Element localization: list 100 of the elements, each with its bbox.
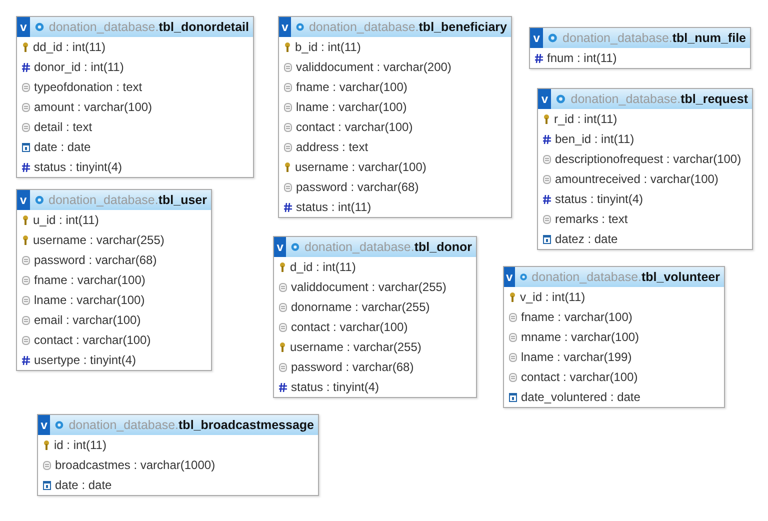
- column-name[interactable]: contact : varchar(100): [34, 333, 151, 347]
- column-name[interactable]: fname : varchar(100): [34, 273, 146, 287]
- text-field-icon: [279, 362, 287, 372]
- table-header[interactable]: v donation_database.tbl_donordetail: [17, 17, 253, 37]
- column-name[interactable]: validdocument : varchar(200): [296, 60, 452, 74]
- table-title: donation_database.tbl_donor: [304, 240, 472, 254]
- calendar-icon: [22, 142, 30, 152]
- column-name[interactable]: ben_id : int(11): [555, 132, 634, 146]
- column-name[interactable]: remarks : text: [555, 212, 628, 226]
- table-header[interactable]: v donation_database.tbl_volunteer: [504, 267, 724, 287]
- column-name[interactable]: typeofdonation : text: [34, 80, 142, 94]
- text-field-icon: [22, 276, 30, 284]
- table-card[interactable]: [278, 16, 512, 218]
- hash-icon: [22, 162, 30, 172]
- text-field-icon: [543, 214, 551, 224]
- key-icon: [509, 292, 516, 302]
- column-name[interactable]: username : varchar(255): [33, 233, 164, 247]
- column-name[interactable]: address : text: [296, 140, 368, 154]
- table-card[interactable]: v donation_database.tbl_user u_id : int(11) username : varchar(255) password : varchar(68) fname : varchar(100) lname : varchar(100) email : varchar(100) contact : varchar(100) usertype : tinyint(4): [16, 189, 212, 371]
- column-name[interactable]: lname : varchar(199): [521, 350, 632, 364]
- table-card[interactable]: v donation_database.tbl_volunteer v_id : int(11) fname : varchar(100) mname : varchar(100) lname : varchar(199) contact : varchar(100) date_voluntered : date: [503, 266, 725, 408]
- column-name[interactable]: dd_id : int(11): [33, 40, 106, 54]
- column-name[interactable]: r_id : int(11): [554, 112, 618, 126]
- table-card[interactable]: v donation_database.tbl_donordetail dd_id : int(11) donor_id : int(11) typeofdonation : text amount : varchar(100) detail : text date : date status : tinyint(4): [16, 16, 254, 178]
- text-field-icon: [22, 336, 30, 344]
- key-icon: [543, 114, 550, 124]
- table-title: donation_database.tbl_num_file: [562, 31, 746, 45]
- column-name[interactable]: broadcastmes : varchar(1000): [55, 458, 216, 472]
- key-icon: [279, 342, 286, 352]
- column-name[interactable]: usertype : tinyint(4): [34, 353, 136, 367]
- hash-icon: [22, 356, 30, 364]
- column-name[interactable]: donorname : varchar(255): [291, 300, 430, 314]
- text-field-icon: [284, 102, 292, 112]
- column-name[interactable]: date_voluntered : date: [521, 390, 640, 404]
- column-name[interactable]: amountreceived : varchar(100): [555, 172, 718, 186]
- column-name[interactable]: v_id : int(11): [520, 290, 586, 304]
- column-name[interactable]: username : varchar(255): [290, 340, 422, 354]
- column-name[interactable]: descriptionofrequest : varchar(100): [555, 152, 742, 166]
- collapse-toggle-button[interactable]: v: [17, 17, 30, 37]
- column-name[interactable]: status : tinyint(4): [34, 160, 122, 174]
- table-header[interactable]: v donation_database.tbl_broadcastmessage: [38, 415, 318, 435]
- text-field-icon: [279, 282, 287, 292]
- table-header[interactable]: v donation_database.tbl_beneficiary: [279, 17, 511, 37]
- column-name[interactable]: fname : varchar(100): [521, 310, 632, 324]
- collapse-toggle-button[interactable]: v: [274, 237, 286, 257]
- column-name[interactable]: contact : varchar(100): [296, 120, 413, 134]
- column-name[interactable]: email : varchar(100): [34, 313, 141, 327]
- text-field-icon: [509, 312, 517, 322]
- column-name[interactable]: amount : varchar(100): [34, 100, 152, 114]
- column-name[interactable]: b_id : int(11): [295, 40, 361, 54]
- table-card[interactable]: v donation_database.tbl_donor d_id : int(11) validdocument : varchar(255) donorname : varchar(255) contact : varchar(100) username : varchar(255) password : varchar(68) status : tinyint(4): [273, 236, 477, 398]
- text-field-icon: [509, 372, 517, 382]
- column-name[interactable]: date : date: [55, 478, 112, 492]
- column-name[interactable]: validdocument : varchar(255): [291, 280, 446, 294]
- column-name[interactable]: password : varchar(68): [291, 360, 414, 374]
- column-name[interactable]: date : date: [34, 140, 91, 154]
- column-name[interactable]: status : tinyint(4): [555, 192, 644, 206]
- table-card[interactable]: v donation_database.tbl_broadcastmessage id : int(11) broadcastmes : varchar(1000) date : date: [37, 414, 319, 496]
- table-card[interactable]: v donation_database.tbl_request r_id : int(11) ben_id : int(11) descriptionofrequest : varchar(100) amountreceived : varchar(100) status : tinyint(4) remarks : text datez : date: [537, 88, 753, 250]
- column-name[interactable]: username : varchar(100): [295, 160, 426, 174]
- hash-icon: [22, 62, 30, 72]
- key-icon: [284, 162, 291, 172]
- column-name[interactable]: fname : varchar(100): [296, 80, 408, 94]
- collapse-toggle-button[interactable]: v: [279, 17, 291, 37]
- calendar-icon: [509, 392, 517, 402]
- column-name[interactable]: detail : text: [34, 120, 92, 134]
- key-icon: [284, 42, 291, 52]
- hash-icon: [543, 134, 551, 144]
- column-name[interactable]: donor_id : int(11): [34, 60, 124, 74]
- column-name[interactable]: contact : varchar(100): [521, 370, 638, 384]
- column-name[interactable]: d_id : int(11): [290, 260, 356, 274]
- collapse-toggle-button[interactable]: v: [530, 28, 544, 48]
- text-field-icon: [284, 142, 292, 152]
- column-name[interactable]: lname : varchar(100): [296, 100, 407, 114]
- table-card[interactable]: v donation_database.tbl_num_file fnum : int(11): [529, 27, 751, 69]
- collapse-toggle-button[interactable]: v: [17, 190, 30, 210]
- text-field-icon: [43, 460, 51, 470]
- column-name[interactable]: u_id : int(11): [33, 213, 99, 227]
- column-name[interactable]: contact : varchar(100): [291, 320, 408, 334]
- table-header[interactable]: v donation_database.tbl_num_file: [530, 28, 750, 48]
- text-field-icon: [22, 316, 30, 324]
- table-header[interactable]: v donation_database.tbl_donor: [274, 237, 476, 257]
- column-name[interactable]: password : varchar(68): [296, 180, 419, 194]
- column-name[interactable]: datez : date: [555, 232, 618, 246]
- column-name[interactable]: lname : varchar(100): [34, 293, 145, 307]
- column-name[interactable]: status : tinyint(4): [291, 380, 380, 394]
- table-title: donation_database.tbl_request: [570, 92, 748, 106]
- key-icon: [43, 440, 50, 450]
- table-header[interactable]: v donation_database.tbl_user: [17, 190, 211, 210]
- table-header[interactable]: v donation_database.tbl_request: [538, 89, 752, 109]
- text-field-icon: [284, 122, 292, 132]
- column-name[interactable]: status : int(11): [296, 200, 372, 214]
- column-name[interactable]: id : int(11): [54, 438, 106, 452]
- collapse-toggle-button[interactable]: v: [504, 267, 515, 287]
- collapse-toggle-button[interactable]: v: [38, 415, 50, 435]
- column-name[interactable]: fnum : int(11): [547, 51, 617, 65]
- column-name[interactable]: password : varchar(68): [34, 253, 157, 267]
- calendar-icon: [43, 480, 51, 490]
- column-name[interactable]: mname : varchar(100): [521, 330, 640, 344]
- collapse-toggle-button[interactable]: v: [538, 89, 552, 109]
